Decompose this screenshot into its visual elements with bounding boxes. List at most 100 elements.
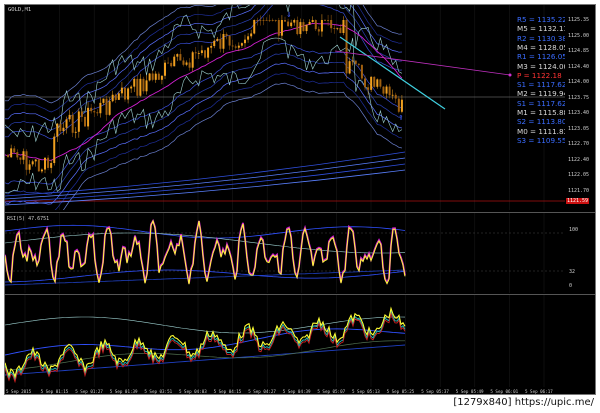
candle-body [136, 78, 139, 96]
candle-body [13, 148, 16, 153]
candle-body [345, 20, 348, 74]
candle-body [197, 53, 200, 54]
price-scale-tick: 1123.05 [568, 125, 590, 132]
price-band-lower [62, 82, 402, 210]
candle-body [342, 20, 345, 33]
price-scale[interactable]: 1125.35 1125.00 1124.85 1124.40 1124.00 1123.… [565, 5, 595, 210]
pivot-level-label: R5 = 1135.22 [517, 15, 567, 24]
candle-body [10, 148, 13, 158]
candle-body [225, 34, 228, 36]
candle-body [99, 102, 102, 114]
candle-body [59, 123, 62, 131]
price-panel[interactable]: GOLD,M1 ⇓ ⇑ R5 = 1135.22 M5 = 1132.11 R2 = … [5, 5, 569, 210]
oscillator-panel[interactable] [5, 294, 567, 387]
candle-body [139, 78, 142, 96]
candle-body [367, 87, 370, 90]
time-axis-label: 5 Sep 05:07 [317, 389, 346, 394]
candle-body [154, 73, 157, 80]
image-size-caption: [1279x840] https://upic.me/ [453, 397, 594, 408]
candle-body [44, 157, 46, 170]
candle-body [65, 119, 68, 128]
candle-body [317, 29, 320, 32]
candle-body [34, 159, 37, 162]
candle-body [290, 22, 293, 27]
candle-body [385, 86, 388, 94]
pivot-level-label: M3 = 1124.00 [517, 61, 569, 71]
candle-body [157, 73, 160, 80]
rsi-scale-top: 100 [569, 227, 579, 233]
candle-body [228, 35, 231, 46]
pivot-levels-list: R5 = 1135.22 M5 = 1132.11 R2 = 1130.38 M4 =… [517, 15, 569, 145]
candle-body [74, 131, 77, 133]
candle-body [357, 63, 360, 65]
candle-body [56, 123, 59, 137]
price-scale-tick: 1125.35 [568, 17, 590, 23]
chart-window[interactable]: GOLD,M1 ⇓ ⇑ R5 = 1135.22 M5 = 1132.11 R2 = … [4, 4, 596, 395]
candle-body [348, 61, 351, 74]
time-axis-label: 5 Sep 01:15 [40, 389, 69, 394]
candle-body [397, 98, 400, 112]
price-chart[interactable]: ⇓⇑ [5, 5, 567, 210]
candle-body [391, 94, 394, 96]
candle-body [280, 20, 283, 36]
candle-body [265, 20, 268, 21]
price-scale-tick: 1122.05 [568, 172, 590, 178]
oscillator-chart[interactable] [5, 295, 567, 387]
candle-body [336, 27, 339, 29]
candle-body [93, 111, 96, 113]
pivot-level-label: R1 = 1126.05 [517, 52, 567, 62]
candle-body [247, 36, 250, 40]
candle-body [114, 94, 117, 100]
time-axis-label: 5 Sep 06:01 [490, 389, 519, 394]
time-axis-label: 5 Sep 01:27 [75, 389, 103, 394]
candle-body [182, 60, 185, 65]
pivot-level-label: S1 = 1117.62 [517, 80, 567, 90]
candle-body [240, 43, 243, 46]
current-price-marker: 1121.59 [566, 198, 590, 204]
candle-body [370, 76, 373, 90]
price-band-lower [54, 72, 402, 210]
price-scale-tick: 1123.75 [568, 94, 590, 101]
candle-body [330, 20, 333, 29]
rsi-chart[interactable] [5, 213, 567, 293]
candle-body [308, 22, 311, 25]
candle-body [170, 62, 173, 67]
candle-body [77, 111, 80, 132]
time-axis-label: 5 Sep 05:25 [386, 389, 415, 394]
candle-body [376, 79, 379, 87]
pivot-level-label: S3 = 1109.55 [517, 135, 567, 145]
candle-body [90, 107, 93, 112]
candle-body [207, 47, 210, 58]
rsi-panel[interactable]: RSI(5) 47.6751 [5, 212, 567, 293]
candle-body [16, 152, 19, 158]
candle-body [96, 112, 99, 114]
envelope-line [5, 37, 403, 194]
candle-body [25, 151, 28, 170]
candle-body [102, 98, 105, 103]
candle-body [274, 20, 277, 21]
time-axis-label: 5 Sep 04:15 [213, 389, 242, 394]
fractal-arrow-up-icon: ⇓ [286, 11, 292, 19]
price-band-lower [5, 52, 402, 195]
time-axis-label: 5 Sep 06:17 [525, 389, 553, 394]
rsi-scale-mid: 32 [569, 269, 576, 275]
candle-body [351, 60, 354, 62]
candle-body [151, 73, 154, 80]
candle-body [191, 52, 194, 68]
rsi-line [5, 219, 406, 285]
price-scale-tick: 1123.40 [568, 110, 590, 116]
candle-body [222, 34, 225, 49]
candle-body [185, 62, 188, 65]
projection-point [508, 73, 512, 77]
candle-body [200, 50, 203, 54]
candle-body [108, 101, 111, 115]
pivot-level-label: M0 = 1111.83 [517, 126, 569, 136]
candle-body [333, 28, 336, 30]
candle-body [68, 114, 71, 120]
candle-body [71, 114, 74, 133]
candle-body [7, 154, 10, 158]
time-axis-label: 5 Sep 2015 [6, 389, 32, 394]
candle-body [400, 99, 403, 112]
candle-body [53, 136, 56, 164]
candle-body [364, 78, 366, 88]
